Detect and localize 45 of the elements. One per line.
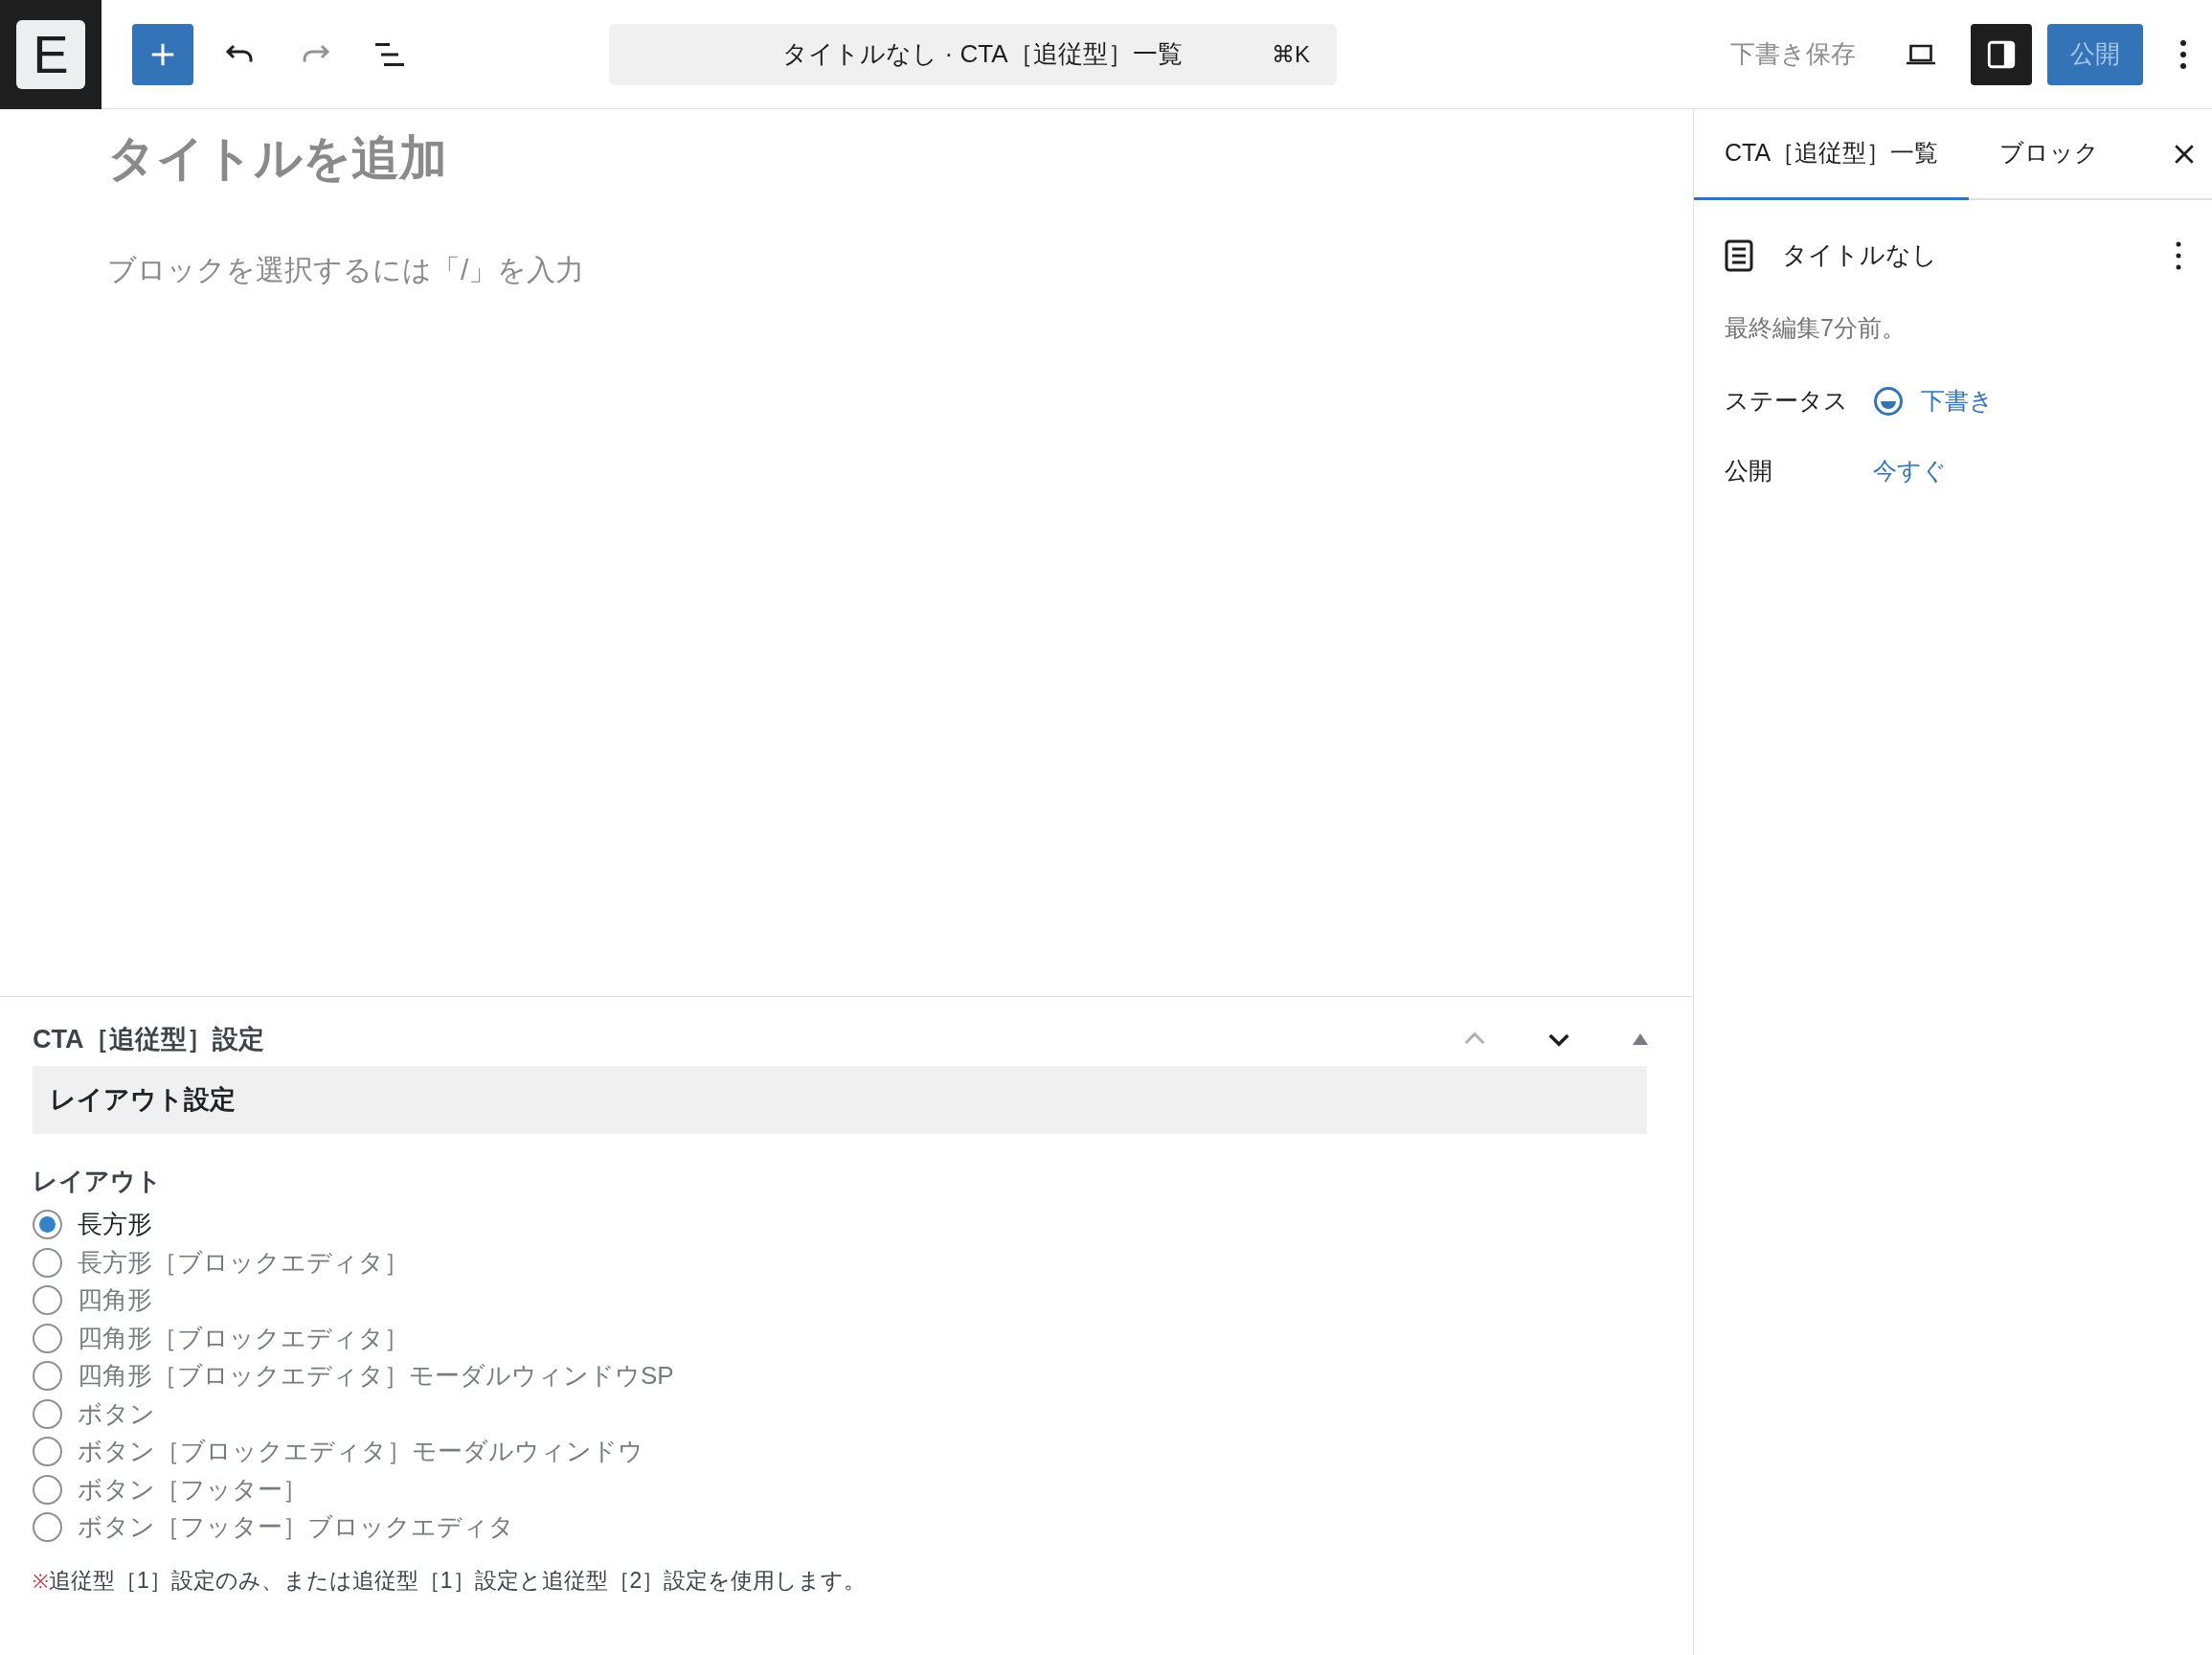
title-field[interactable]: タイトルを追加 — [107, 123, 1693, 194]
radio-button[interactable] — [33, 1285, 62, 1316]
note-mark: ※ — [33, 1569, 49, 1594]
last-edited-text: 最終編集7分前。 — [1725, 313, 1907, 343]
shortcut-hint: ⌘K — [1272, 39, 1310, 69]
radio-button[interactable] — [33, 1210, 62, 1240]
radio-option[interactable]: ボタン［ブロックエディタ］モーダルウィンドウ — [33, 1433, 643, 1471]
radio-option[interactable]: 四角形［ブロックエディタ］モーダルウィンドウSP — [33, 1357, 674, 1395]
document-icon — [1725, 238, 1753, 272]
more-options-icon[interactable] — [2176, 240, 2181, 270]
more-options-icon[interactable] — [2179, 37, 2187, 71]
post-title: タイトルなし — [1782, 239, 1938, 271]
note-text: 追従型［1］設定のみ、または追従型［1］設定と追従型［2］設定を使用します。 — [49, 1566, 867, 1595]
row-label: ステータス — [1725, 386, 1849, 417]
radio-option[interactable]: ボタン［フッター］ブロックエディタ — [33, 1508, 514, 1547]
command-bar[interactable]: タイトルなし · CTA［追従型］一覧 ⌘K — [609, 23, 1337, 85]
radio-option[interactable]: 長方形［ブロックエディタ］ — [33, 1243, 409, 1281]
row-label: 公開 — [1725, 456, 1773, 487]
field-label: レイアウト — [33, 1166, 163, 1197]
add-block-button[interactable] — [132, 23, 193, 85]
site-logo[interactable]: E — [0, 0, 102, 109]
sidebar-tab[interactable]: CTA［追従型］一覧 — [1694, 109, 1970, 200]
row-value-link[interactable]: 今すぐ — [1873, 453, 1947, 489]
radio-button[interactable] — [33, 1512, 62, 1543]
sidebar-toggle-button[interactable] — [1971, 23, 2032, 85]
row-value-link[interactable]: 下書き — [1873, 383, 1994, 419]
save-draft-button[interactable]: 下書き保存 — [1727, 35, 1860, 73]
radio-button[interactable] — [33, 1474, 62, 1505]
radio-button[interactable] — [33, 1361, 62, 1392]
radio-option[interactable]: ボタン — [33, 1394, 155, 1433]
radio-button[interactable] — [33, 1398, 62, 1429]
publish-button[interactable]: 公開 — [2047, 23, 2143, 85]
radio-option[interactable]: 四角形［ブロックエディタ］ — [33, 1319, 409, 1357]
half-circle-icon — [1873, 386, 1904, 417]
radio-option[interactable]: 長方形 — [33, 1206, 152, 1244]
radio-button[interactable] — [33, 1323, 62, 1353]
sidebar-tab[interactable]: ブロック — [1969, 109, 2131, 200]
meta-box-title: CTA［追従型］設定 — [33, 1023, 266, 1055]
radio-button[interactable] — [33, 1247, 62, 1278]
block-placeholder[interactable]: ブロックを選択するには「/」を入力 — [107, 248, 1693, 291]
section-heading: レイアウト設定 — [50, 1084, 236, 1117]
collapse-triangle-icon[interactable] — [1632, 1032, 1649, 1046]
radio-option[interactable]: ボタン［フッター］ — [33, 1470, 307, 1508]
radio-option[interactable]: 四角形 — [33, 1281, 152, 1320]
radio-button[interactable] — [33, 1437, 62, 1467]
